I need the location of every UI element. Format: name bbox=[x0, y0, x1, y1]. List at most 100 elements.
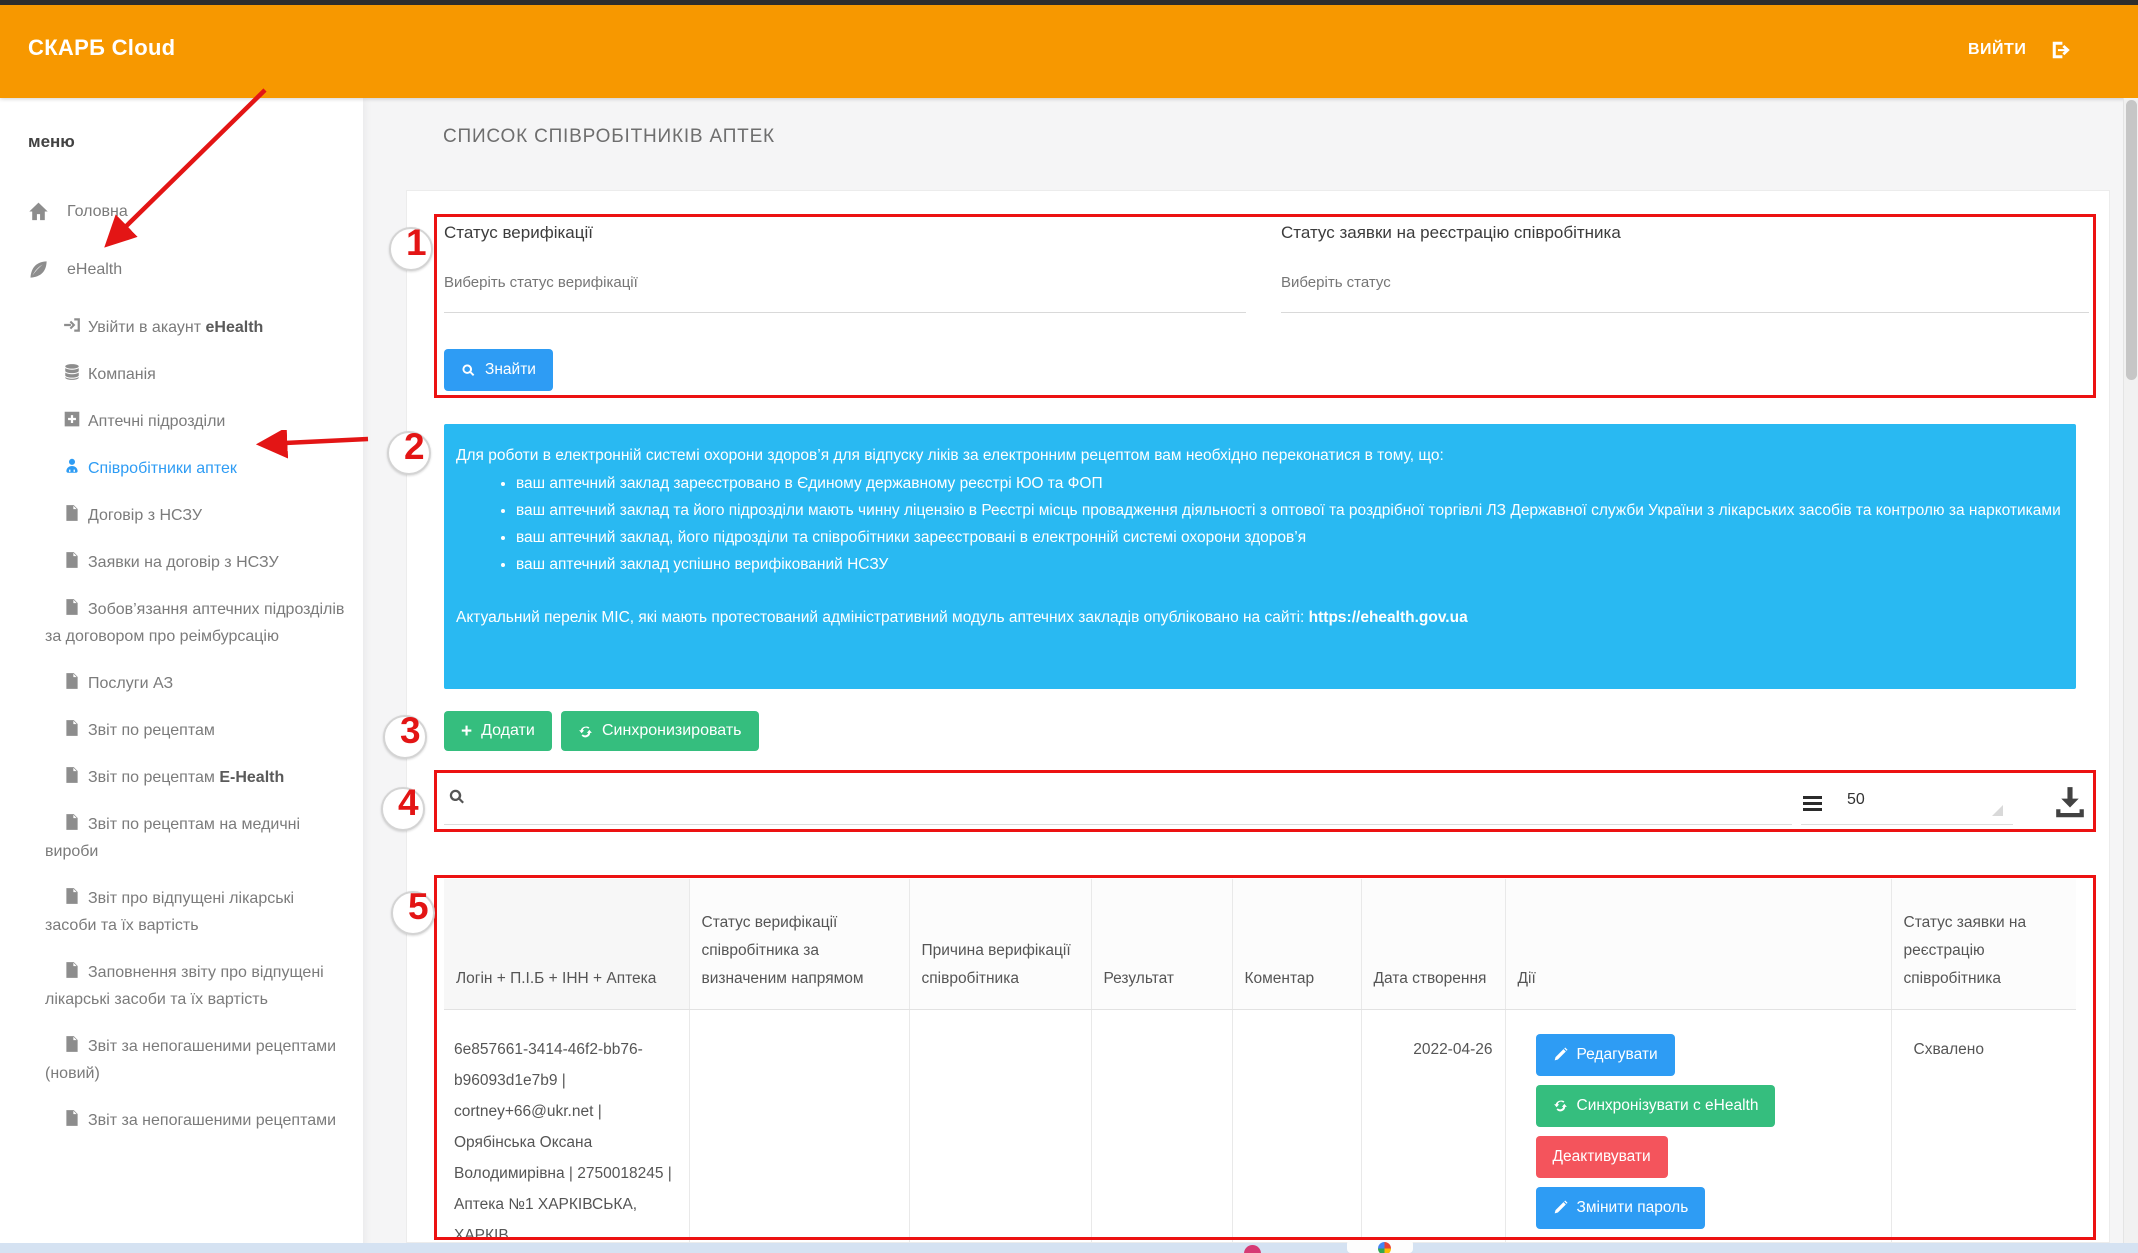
list-icon bbox=[1803, 796, 1822, 814]
edit-button[interactable]: Редагувати bbox=[1536, 1034, 1675, 1076]
file-icon bbox=[63, 813, 81, 831]
leaf-icon bbox=[28, 259, 49, 280]
search-icon bbox=[461, 363, 476, 378]
file-icon bbox=[63, 551, 81, 569]
sidebar-item-nszu-contract[interactable]: Договір з НСЗУ bbox=[0, 502, 363, 529]
sidebar-item-ehealth[interactable]: eHealth bbox=[0, 256, 363, 283]
search-icon bbox=[448, 788, 466, 806]
page-size-select[interactable]: 50 bbox=[1847, 791, 1865, 809]
verification-select-underline bbox=[444, 312, 1246, 313]
info-footer: Актуальний перелік МІС, які мають протес… bbox=[456, 604, 2064, 631]
request-status-select[interactable]: Виберіть статус bbox=[1281, 274, 1391, 291]
synchronize-button[interactable]: Синхронизировать bbox=[561, 711, 759, 751]
file-icon bbox=[63, 1035, 81, 1053]
page-scrollbar[interactable] bbox=[2123, 98, 2138, 1243]
file-icon bbox=[63, 961, 81, 979]
resize-grip-icon bbox=[1992, 805, 2003, 816]
change-password-button[interactable]: Змінити пароль bbox=[1536, 1187, 1706, 1229]
info-bullet: ваш аптечний заклад, його підрозділи та … bbox=[516, 524, 2064, 551]
sidebar-item-medical-devices-report[interactable]: Звіт по рецептам на медичні вироби bbox=[0, 811, 363, 865]
col-header-verification-status: Статус верифікації співробітника за визн… bbox=[689, 879, 909, 1009]
content-card: Статус верифікації Виберіть статус вериф… bbox=[406, 190, 2110, 1243]
download-icon[interactable] bbox=[2053, 784, 2087, 820]
users-icon bbox=[63, 457, 81, 475]
scrollbar-thumb[interactable] bbox=[2126, 100, 2137, 380]
sidebar-item-ehealth-login[interactable]: Увійти в акаунт eHealth bbox=[0, 314, 363, 341]
sidebar-item-company[interactable]: Компанія bbox=[0, 361, 363, 388]
sidebar-item-pharmacy-employees[interactable]: Співробітники аптек bbox=[0, 455, 363, 482]
pencil-icon bbox=[1553, 1200, 1568, 1215]
sidebar-item-reimbursement-obligations[interactable]: Зобов’язання аптечних підрозділів за дог… bbox=[0, 596, 363, 650]
col-header-result: Результат bbox=[1091, 879, 1232, 1009]
add-button[interactable]: + Додати bbox=[444, 711, 552, 751]
ehealth-link[interactable]: https://ehealth.gov.ua bbox=[1309, 609, 1468, 626]
info-bullet: ваш аптечний заклад зареєстровано в Єдин… bbox=[516, 470, 2064, 497]
file-icon bbox=[63, 672, 81, 690]
verification-status-label: Статус верифікації bbox=[444, 223, 593, 243]
file-icon bbox=[63, 1109, 81, 1127]
file-icon bbox=[63, 719, 81, 737]
request-status-label: Статус заявки на реєстрацію співробітник… bbox=[1281, 223, 1621, 243]
brand-logo[interactable]: СКАРБ Cloud bbox=[28, 35, 175, 61]
sidebar-item-az-services[interactable]: Послуги АЗ bbox=[0, 670, 363, 697]
os-taskbar bbox=[0, 1243, 2138, 1253]
request-select-underline bbox=[1281, 312, 2089, 313]
page-title: СПИСОК СПІВРОБІТНИКІВ АПТЕК bbox=[443, 126, 775, 148]
taskbar-app-icon bbox=[1244, 1245, 1261, 1253]
pencil-icon bbox=[1553, 1047, 1568, 1062]
cell-created-date: 2022-04-26 bbox=[1361, 1009, 1505, 1243]
table-row: 6e857661-3414-46f2-bb76-b96093d1e7b9 | c… bbox=[444, 1009, 2076, 1243]
sidebar-nav: Головна eHealth Увійти в акаунт eHealth … bbox=[0, 198, 363, 1134]
app-header: СКАРБ Cloud ВИЙТИ bbox=[0, 5, 2138, 98]
sidebar-item-recipe-report[interactable]: Звіт по рецептам bbox=[0, 717, 363, 744]
sync-icon bbox=[578, 724, 593, 739]
home-icon bbox=[28, 201, 49, 222]
cell-verification-reason bbox=[909, 1009, 1091, 1243]
cell-actions: Редагувати Синхронізувати с eHealth Деак… bbox=[1505, 1009, 1891, 1243]
sidebar-item-unredeemed-recipes-new[interactable]: Звіт за непогашеними рецептами (новий) bbox=[0, 1033, 363, 1087]
sync-ehealth-button[interactable]: Синхронізувати с eHealth bbox=[1536, 1085, 1776, 1127]
cell-request-status: Схвалено bbox=[1891, 1009, 2076, 1243]
sidebar-item-home[interactable]: Головна bbox=[0, 198, 363, 225]
col-header-actions: Дії bbox=[1505, 879, 1891, 1009]
info-box: Для роботи в електронній системі охорони… bbox=[444, 424, 2076, 689]
sidebar-menu-title: меню bbox=[28, 132, 363, 152]
app-screen: СКАРБ Cloud ВИЙТИ меню Головна eHealth У… bbox=[0, 0, 2138, 1253]
sign-in-icon bbox=[63, 316, 81, 334]
find-button[interactable]: Знайти bbox=[444, 349, 553, 391]
plus-icon: + bbox=[461, 722, 472, 741]
taskbar-app-tile bbox=[1347, 1240, 1413, 1253]
deactivate-button[interactable]: Деактивувати bbox=[1536, 1136, 1668, 1178]
database-icon bbox=[63, 363, 81, 381]
info-bullet-list: ваш аптечний заклад зареєстровано в Єдин… bbox=[456, 470, 2064, 578]
sidebar-item-fill-dispensed-drugs-report[interactable]: Заповнення звіту про відпущені лікарські… bbox=[0, 959, 363, 1013]
sidebar: меню Головна eHealth Увійти в акаунт eHe… bbox=[0, 98, 363, 1253]
browser-icon bbox=[1378, 1242, 1391, 1253]
logout-button[interactable]: ВИЙТИ bbox=[1968, 39, 2072, 61]
sign-out-icon bbox=[2050, 39, 2072, 61]
sync-icon bbox=[1553, 1098, 1568, 1113]
info-bullet: ваш аптечний заклад успішно верифіковани… bbox=[516, 551, 2064, 578]
search-underline bbox=[444, 824, 1792, 825]
page-size-underline bbox=[1801, 824, 2013, 825]
info-intro: Для роботи в електронній системі охорони… bbox=[456, 442, 2064, 469]
logout-label: ВИЙТИ bbox=[1968, 41, 2026, 59]
col-header-comment: Коментар bbox=[1232, 879, 1361, 1009]
sidebar-item-pharmacy-units[interactable]: Аптечні підрозділи bbox=[0, 408, 363, 435]
sidebar-item-recipe-report-ehealth[interactable]: Звіт по рецептам E-Health bbox=[0, 764, 363, 791]
cell-result bbox=[1091, 1009, 1232, 1243]
file-icon bbox=[63, 504, 81, 522]
sidebar-item-unredeemed-recipes[interactable]: Звіт за непогашеними рецептами bbox=[0, 1107, 363, 1134]
verification-status-select[interactable]: Виберіть статус верифікації bbox=[444, 274, 638, 291]
file-icon bbox=[63, 598, 81, 616]
sidebar-item-dispensed-drugs-report[interactable]: Звіт про відпущені лікарські засоби та ї… bbox=[0, 885, 363, 939]
sidebar-item-nszu-contract-requests[interactable]: Заявки на договір з НСЗУ bbox=[0, 549, 363, 576]
os-top-strip bbox=[0, 0, 2138, 5]
col-header-request-status: Статус заявки на реєстрацію співробітник… bbox=[1891, 879, 2076, 1009]
table-search-input[interactable] bbox=[473, 786, 1773, 816]
table-header-row: Логін + П.І.Б + ІНН + Аптека Статус вери… bbox=[444, 879, 2076, 1009]
col-header-verification-reason: Причина верифікації співробітника bbox=[909, 879, 1091, 1009]
plus-square-icon bbox=[63, 410, 81, 428]
info-bullet: ваш аптечний заклад та його підрозділи м… bbox=[516, 497, 2064, 524]
file-icon bbox=[63, 887, 81, 905]
